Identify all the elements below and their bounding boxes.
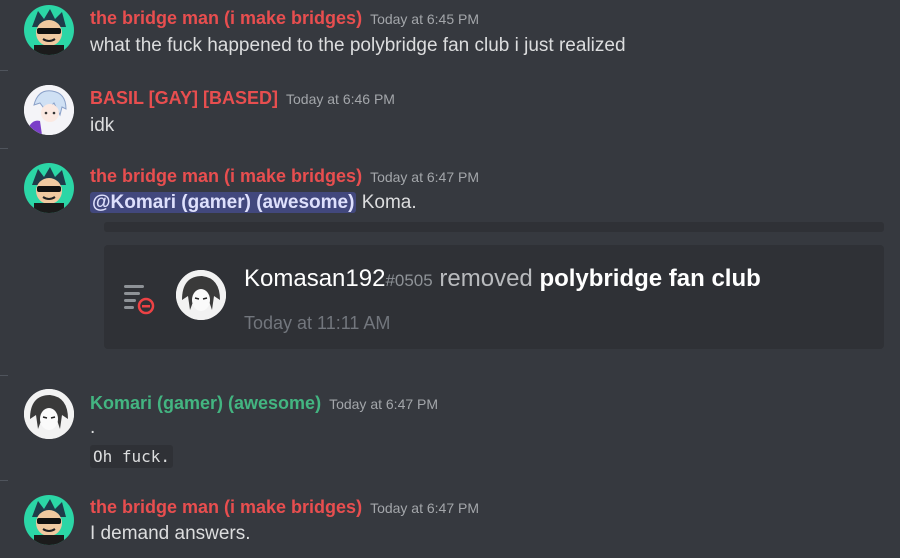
message-text: . bbox=[90, 417, 96, 438]
divider bbox=[0, 148, 8, 149]
message-code-line: Oh fuck. bbox=[90, 445, 174, 468]
message-text: idk bbox=[90, 115, 115, 136]
anime-avatar-icon bbox=[24, 85, 74, 135]
timestamp: Today at 6:46 PM bbox=[286, 91, 395, 107]
divider bbox=[0, 480, 8, 481]
user-avatar[interactable] bbox=[24, 163, 74, 213]
message: the bridge man (i make bridges) Today at … bbox=[0, 491, 900, 558]
embed-discriminator: #0505 bbox=[385, 271, 433, 290]
message: Komari (gamer) (awesome) Today at 6:47 PM… bbox=[0, 385, 900, 480]
message-text-tail: Koma. bbox=[356, 192, 417, 213]
message: BASIL [GAY] [BASED] Today at 6:46 PM idk bbox=[0, 80, 900, 150]
inline-code: Oh fuck. bbox=[90, 445, 174, 468]
message-text: what the fuck happened to the polybridge… bbox=[90, 35, 626, 56]
sunglasses-avatar-icon bbox=[24, 5, 74, 55]
username[interactable]: Komari (gamer) (awesome) bbox=[90, 393, 321, 413]
removed-list-icon bbox=[122, 281, 158, 320]
manga-avatar-icon bbox=[24, 389, 74, 439]
sunglasses-avatar-icon bbox=[24, 163, 74, 213]
user-avatar[interactable] bbox=[24, 5, 74, 55]
audit-log-embed: Komasan192#0505 removed polybridge fan c… bbox=[104, 245, 884, 349]
embed-placeholder bbox=[104, 222, 884, 232]
user-mention[interactable]: @Komari (gamer) (awesome) bbox=[90, 192, 357, 213]
message-text: @Komari (gamer) (awesome) Koma. bbox=[90, 192, 417, 214]
message-header: Komari (gamer) (awesome) Today at 6:47 PM bbox=[90, 393, 438, 414]
sunglasses-avatar-icon bbox=[24, 495, 74, 545]
username[interactable]: the bridge man (i make bridges) bbox=[90, 497, 362, 517]
message-header: BASIL [GAY] [BASED] Today at 6:46 PM bbox=[90, 88, 395, 109]
divider bbox=[0, 70, 8, 71]
embed-username[interactable]: Komasan192 bbox=[244, 265, 385, 292]
embed-target: polybridge fan club bbox=[539, 265, 761, 292]
user-avatar[interactable] bbox=[24, 495, 74, 545]
message-header: the bridge man (i make bridges) Today at … bbox=[90, 166, 479, 187]
message-header: the bridge man (i make bridges) Today at … bbox=[90, 497, 479, 518]
embed-action: removed bbox=[432, 265, 540, 292]
timestamp: Today at 6:45 PM bbox=[370, 11, 480, 27]
message: the bridge man (i make bridges) Today at … bbox=[0, 0, 900, 70]
embed-timestamp: Today at 11:11 AM bbox=[244, 313, 391, 333]
timestamp: Today at 6:47 PM bbox=[370, 169, 480, 185]
manga-avatar-icon bbox=[176, 270, 226, 320]
username[interactable]: BASIL [GAY] [BASED] bbox=[90, 88, 278, 108]
timestamp: Today at 6:47 PM bbox=[329, 396, 439, 412]
user-avatar[interactable] bbox=[24, 389, 74, 439]
embed-user-avatar[interactable] bbox=[176, 270, 226, 320]
username[interactable]: the bridge man (i make bridges) bbox=[90, 8, 362, 28]
divider bbox=[0, 375, 8, 376]
timestamp: Today at 6:47 PM bbox=[370, 500, 480, 516]
message-text: I demand answers. bbox=[90, 523, 251, 544]
embed-line: Komasan192#0505 removed polybridge fan c… bbox=[244, 265, 761, 293]
username[interactable]: the bridge man (i make bridges) bbox=[90, 166, 362, 186]
user-avatar[interactable] bbox=[24, 85, 74, 135]
message-header: the bridge man (i make bridges) Today at … bbox=[90, 8, 479, 29]
